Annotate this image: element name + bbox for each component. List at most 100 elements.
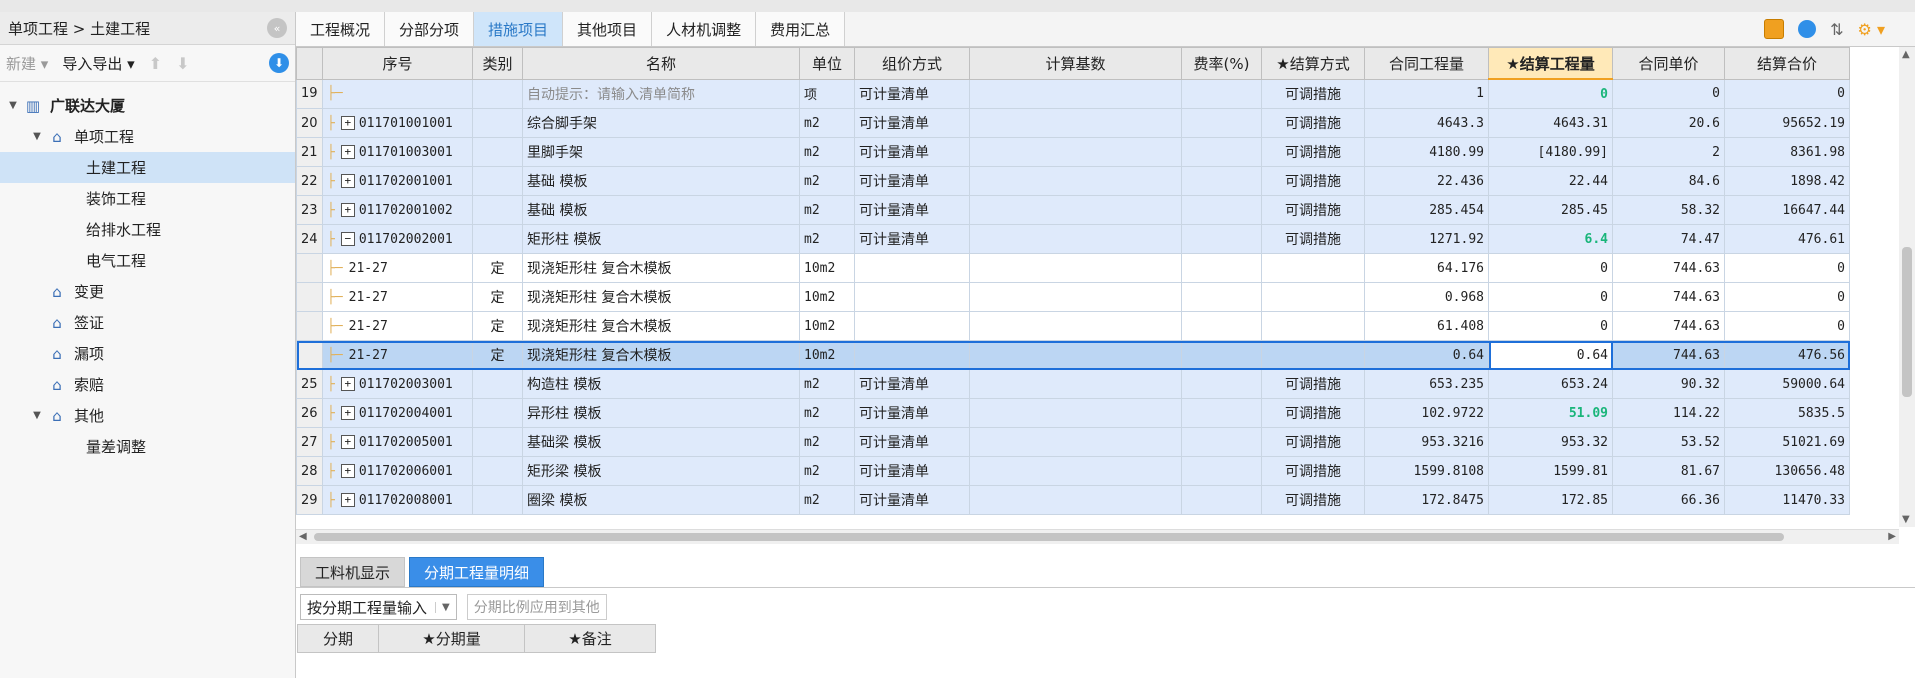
tree-node[interactable]: ⌂ 索赔: [0, 369, 295, 400]
move-down-icon[interactable]: ⬇: [176, 54, 189, 73]
calc-base-cell[interactable]: [969, 398, 1182, 428]
calc-base-cell[interactable]: [969, 485, 1182, 515]
settle-method-cell[interactable]: 可调措施: [1261, 427, 1365, 457]
horizontal-scrollbar[interactable]: ◀ ▶: [296, 529, 1899, 544]
pricing-method-cell[interactable]: 可计量清单: [854, 78, 970, 109]
rate-cell[interactable]: [1181, 78, 1262, 109]
contract-qty-cell[interactable]: 102.9722: [1364, 398, 1489, 428]
category-cell[interactable]: [472, 456, 523, 486]
settle-qty-cell[interactable]: 0: [1488, 253, 1613, 283]
settle-total-cell[interactable]: 59000.64: [1724, 369, 1850, 399]
settle-total-cell[interactable]: 51021.69: [1724, 427, 1850, 457]
pricing-method-cell[interactable]: 可计量清单: [854, 195, 970, 225]
settle-method-cell[interactable]: 可调措施: [1261, 485, 1365, 515]
settle-qty-cell[interactable]: 172.85: [1488, 485, 1613, 515]
name-cell[interactable]: 现浇矩形柱 复合木模板: [522, 282, 800, 312]
column-header[interactable]: 名称: [522, 47, 800, 80]
name-cell[interactable]: 现浇矩形柱 复合木模板: [522, 340, 800, 370]
scroll-thumb-h[interactable]: [314, 533, 1784, 541]
pricing-method-cell[interactable]: 可计量清单: [854, 427, 970, 457]
settle-qty-cell[interactable]: [4180.99]: [1488, 137, 1613, 167]
period-column-header[interactable]: ★分期量: [378, 624, 525, 653]
settle-qty-cell[interactable]: 22.44: [1488, 166, 1613, 196]
settle-total-cell[interactable]: 1898.42: [1724, 166, 1850, 196]
column-header[interactable]: 合同单价: [1612, 47, 1725, 80]
contract-qty-cell[interactable]: 22.436: [1364, 166, 1489, 196]
code-cell[interactable]: ├─: [322, 78, 473, 109]
calc-base-cell[interactable]: [969, 224, 1182, 254]
settle-qty-cell[interactable]: 953.32: [1488, 427, 1613, 457]
contract-price-cell[interactable]: 66.36: [1612, 485, 1725, 515]
row-number[interactable]: 25: [296, 369, 323, 399]
table-row[interactable]: 24 ├ −011702002001 矩形柱 模板 m2 可计量清单 可调措施 1271.92…: [296, 224, 1850, 254]
rate-cell[interactable]: [1181, 456, 1262, 486]
settle-method-cell[interactable]: 可调措施: [1261, 137, 1365, 167]
tree-node[interactable]: 量差调整: [0, 431, 295, 462]
rate-cell[interactable]: [1181, 224, 1262, 254]
category-cell[interactable]: 定: [472, 282, 523, 312]
expand-icon[interactable]: +: [340, 203, 355, 217]
row-number[interactable]: 22: [296, 166, 323, 196]
settings-icon[interactable]: ⚙ ▾: [1858, 20, 1885, 39]
contract-price-cell[interactable]: 90.32: [1612, 369, 1725, 399]
unit-cell[interactable]: 10m2: [799, 311, 855, 341]
download-icon[interactable]: ⬇: [269, 53, 289, 73]
apply-ratio-button[interactable]: 分期比例应用到其他: [466, 594, 607, 620]
unit-cell[interactable]: m2: [799, 369, 855, 399]
contract-price-cell[interactable]: 58.32: [1612, 195, 1725, 225]
settle-total-cell[interactable]: 5835.5: [1724, 398, 1850, 428]
name-cell[interactable]: 综合脚手架: [522, 108, 800, 138]
code-cell[interactable]: ├ +011702001001: [322, 166, 473, 196]
table-row[interactable]: ├─ 21-27 定现浇矩形柱 复合木模板 10m2 0.64 0.64 744.63 476…: [296, 340, 1850, 370]
calc-base-cell[interactable]: [969, 166, 1182, 196]
row-number[interactable]: 27: [296, 427, 323, 457]
settle-method-cell[interactable]: 可调措施: [1261, 195, 1365, 225]
period-column-header[interactable]: 分期: [297, 624, 379, 653]
column-header[interactable]: 合同工程量: [1364, 47, 1489, 80]
vertical-scrollbar[interactable]: ▲ ▼: [1899, 47, 1915, 527]
category-cell[interactable]: [472, 108, 523, 138]
tab-item[interactable]: 费用汇总: [756, 12, 846, 46]
tree-node[interactable]: 电气工程: [0, 245, 295, 276]
unit-cell[interactable]: m2: [799, 485, 855, 515]
pricing-method-cell[interactable]: 可计量清单: [854, 108, 970, 138]
tree-node[interactable]: 土建工程: [0, 152, 295, 183]
contract-qty-cell[interactable]: 653.235: [1364, 369, 1489, 399]
table-row[interactable]: 29 ├ +011702008001 圈梁 模板 m2 可计量清单 可调措施 172.8475…: [296, 485, 1850, 515]
contract-qty-cell[interactable]: 4180.99: [1364, 137, 1489, 167]
code-cell[interactable]: ├ +011702005001: [322, 427, 473, 457]
pricing-method-cell[interactable]: 可计量清单: [854, 369, 970, 399]
pricing-method-cell[interactable]: 可计量清单: [854, 398, 970, 428]
column-header[interactable]: 单位: [799, 47, 855, 80]
name-cell[interactable]: 矩形柱 模板: [522, 224, 800, 254]
row-number[interactable]: [296, 340, 323, 370]
row-number[interactable]: 19: [296, 78, 323, 109]
column-header[interactable]: ★结算方式: [1261, 47, 1365, 80]
name-cell[interactable]: 基础梁 模板: [522, 427, 800, 457]
row-number[interactable]: 23: [296, 195, 323, 225]
category-cell[interactable]: 定: [472, 340, 523, 370]
rate-cell[interactable]: [1181, 398, 1262, 428]
row-number[interactable]: 26: [296, 398, 323, 428]
unit-cell[interactable]: 项: [799, 78, 855, 109]
tab-item[interactable]: 其他项目: [563, 12, 653, 46]
unit-cell[interactable]: 10m2: [799, 340, 855, 370]
calc-base-cell[interactable]: [969, 282, 1182, 312]
table-row[interactable]: 28 ├ +011702006001 矩形梁 模板 m2 可计量清单 可调措施 1599.81…: [296, 456, 1850, 486]
pricing-method-cell[interactable]: [854, 340, 970, 370]
category-cell[interactable]: [472, 195, 523, 225]
category-cell[interactable]: [472, 166, 523, 196]
column-header[interactable]: 类别: [472, 47, 523, 80]
contract-qty-cell[interactable]: 61.408: [1364, 311, 1489, 341]
settle-qty-cell[interactable]: 4643.31: [1488, 108, 1613, 138]
code-cell[interactable]: ├─ 21-27: [322, 311, 473, 341]
contract-price-cell[interactable]: 744.63: [1612, 311, 1725, 341]
name-cell[interactable]: 构造柱 模板: [522, 369, 800, 399]
name-cell[interactable]: 自动提示：请输入清单简称: [522, 78, 800, 109]
calc-base-cell[interactable]: [969, 137, 1182, 167]
scroll-thumb[interactable]: [1902, 247, 1912, 397]
unit-cell[interactable]: m2: [799, 166, 855, 196]
calc-base-cell[interactable]: [969, 253, 1182, 283]
table-row[interactable]: 23 ├ +011702001002 基础 模板 m2 可计量清单 可调措施 285.454 2…: [296, 195, 1850, 225]
new-button[interactable]: 新建 ▾: [6, 53, 48, 74]
